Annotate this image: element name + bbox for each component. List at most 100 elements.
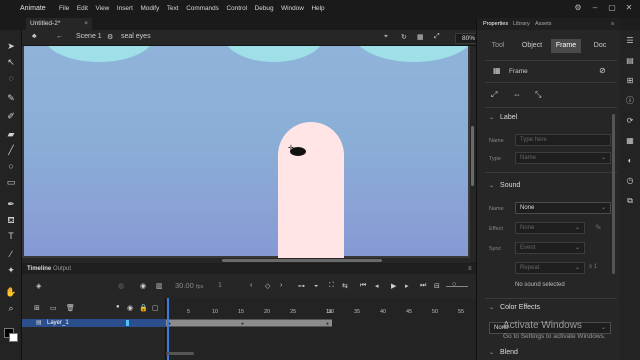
new-layer-icon[interactable]: ⊞: [34, 304, 40, 312]
tab-timeline[interactable]: Timeline: [27, 266, 51, 272]
pen-tool-icon[interactable]: ✒: [5, 198, 17, 210]
menu-view[interactable]: View: [96, 5, 110, 12]
center-stage-icon[interactable]: ⌖: [384, 33, 388, 41]
lasso-tool-icon[interactable]: ◌: [5, 72, 17, 84]
frames-panel[interactable]: 1s 5 10 15 20 25 30 35 40 45 50 55 ● ● ●: [166, 298, 476, 360]
symbol-icon[interactable]: ♣: [32, 33, 37, 40]
next-keyframe-icon[interactable]: ›: [280, 282, 282, 289]
label-name-input[interactable]: Type here: [515, 134, 611, 146]
repeat-count[interactable]: x 1: [589, 264, 597, 270]
step-forward-icon[interactable]: ⏭: [420, 282, 426, 290]
tab-output[interactable]: Output: [53, 266, 71, 272]
menu-debug[interactable]: Debug: [255, 5, 274, 12]
scroll-thumb[interactable]: [222, 259, 382, 262]
oval-tool-icon[interactable]: ○: [5, 160, 17, 172]
zoom-tool-icon[interactable]: ⌕: [5, 302, 17, 314]
loop-icon[interactable]: ⇆: [342, 282, 348, 290]
outline-icon[interactable]: ▢: [152, 304, 159, 312]
edit-sound-icon[interactable]: ✎: [595, 223, 602, 232]
label-section-header[interactable]: ⌄ Label: [489, 114, 517, 121]
onion-skin-icon[interactable]: ◍: [118, 282, 124, 290]
menu-insert[interactable]: Insert: [117, 5, 133, 12]
keyframe-dot[interactable]: ●: [241, 321, 244, 327]
color-effects-header[interactable]: ⌄ Color Effects: [489, 304, 540, 311]
paint-brush-icon[interactable]: ✐: [5, 110, 17, 122]
swatches-icon[interactable]: ▦: [625, 136, 635, 146]
layer-name[interactable]: Layer_1: [47, 319, 69, 327]
fit-icon[interactable]: ⤢: [434, 33, 440, 41]
transform-panel-icon[interactable]: ⟳: [625, 116, 635, 126]
align-icon[interactable]: ⊞: [625, 76, 635, 86]
rectangle-tool-icon[interactable]: ▭: [5, 176, 17, 188]
sound-effect-select[interactable]: None ⌄: [515, 222, 585, 234]
trash-icon[interactable]: 🗑: [66, 304, 75, 312]
subtab-tool[interactable]: Tool: [483, 39, 513, 53]
transform-icon[interactable]: ⛶: [329, 282, 334, 290]
clip-canvas-icon[interactable]: ▦: [417, 33, 424, 41]
camera-icon[interactable]: ◉: [140, 282, 146, 290]
blend-header[interactable]: ⌄ Blend: [489, 349, 518, 356]
prev-keyframe-icon[interactable]: ‹: [250, 282, 252, 289]
close-tab-icon[interactable]: ×: [84, 18, 88, 30]
scroll-thumb[interactable]: [471, 126, 474, 186]
layers-icon[interactable]: ◈: [36, 282, 41, 290]
timeline-scrollbar[interactable]: [166, 352, 194, 355]
panel-menu-icon[interactable]: ≡: [611, 21, 614, 27]
menu-commands[interactable]: Commands: [186, 5, 219, 12]
tab-properties[interactable]: Properties: [483, 21, 508, 27]
subselection-tool-icon[interactable]: ↖: [5, 56, 17, 68]
bucket-tool-icon[interactable]: ⛾: [5, 214, 17, 226]
zoom-out-timeline-icon[interactable]: ⊟: [434, 282, 440, 290]
tween-icon[interactable]: ⊶: [298, 282, 305, 290]
stage-canvas[interactable]: ✛: [24, 46, 470, 262]
forward-icon[interactable]: ▸: [405, 282, 409, 290]
layer-row[interactable]: ▤ Layer_1: [22, 319, 166, 327]
copy-frame-icon[interactable]: ⤢: [491, 90, 497, 100]
text-tool-icon[interactable]: T: [5, 230, 17, 242]
paste-frame-icon[interactable]: ⤡: [535, 90, 541, 100]
symbol-breadcrumb[interactable]: seal eyes: [121, 33, 151, 40]
line-tool-icon[interactable]: ╱: [5, 144, 17, 156]
sound-sync-select[interactable]: Event ⌄: [515, 242, 585, 254]
visibility-icon[interactable]: ◉: [127, 304, 133, 312]
playhead[interactable]: [167, 298, 169, 360]
fill-color-swatch[interactable]: [9, 333, 18, 342]
subtab-doc[interactable]: Doc: [585, 39, 615, 53]
timeline-ruler[interactable]: 1s 5 10 15 20 25 30 35 40 45 50 55: [166, 308, 476, 318]
eraser-tool-icon[interactable]: ▰: [5, 128, 17, 140]
tab-assets[interactable]: Assets: [535, 21, 552, 27]
bone-tool-icon[interactable]: ✦: [5, 264, 17, 276]
tab-library[interactable]: Library: [513, 21, 530, 27]
brush-tween-icon[interactable]: ◒: [314, 282, 318, 289]
seal-shape[interactable]: [278, 122, 344, 262]
insert-keyframe-icon[interactable]: ◇: [265, 282, 270, 290]
history-icon[interactable]: ◷: [625, 176, 635, 186]
keyframe-dot[interactable]: ●: [326, 321, 329, 327]
workspace-icon[interactable]: ⚙: [573, 3, 583, 13]
timeline-zoom-slider[interactable]: [446, 286, 468, 287]
info-icon[interactable]: ⓘ: [625, 96, 635, 106]
brush-tool-icon[interactable]: ✎: [5, 92, 17, 104]
document-tab[interactable]: Untitled-2* ×: [26, 18, 92, 30]
rotate-view-icon[interactable]: ↻: [401, 33, 407, 41]
frame-counter[interactable]: 1: [218, 282, 222, 289]
hand-tool-icon[interactable]: ✋: [5, 286, 17, 298]
back-arrow-icon[interactable]: ←: [56, 33, 63, 40]
close-window-icon[interactable]: ✕: [624, 3, 634, 13]
stage-horizontal-scrollbar[interactable]: [22, 258, 470, 263]
menu-file[interactable]: File: [59, 5, 69, 12]
maximize-icon[interactable]: ▢: [607, 3, 617, 13]
rewind-icon[interactable]: ◂: [375, 282, 379, 290]
frame-span[interactable]: ● ● ●: [166, 319, 332, 327]
label-type-select[interactable]: Name ⌄: [515, 152, 611, 164]
subtab-frame[interactable]: Frame: [551, 39, 581, 53]
subtab-object[interactable]: Object: [517, 39, 547, 53]
menu-text[interactable]: Text: [167, 5, 179, 12]
panel-scrollbar[interactable]: [612, 114, 615, 274]
library-icon[interactable]: ▤: [625, 56, 635, 66]
scene-breadcrumb[interactable]: Scene 1: [76, 33, 102, 40]
panel-menu-icon[interactable]: ≡: [468, 266, 472, 272]
color-icon[interactable]: ◐: [625, 156, 635, 166]
sound-name-select[interactable]: None ⌄: [515, 202, 611, 214]
lock-icon[interactable]: 🔒: [139, 304, 148, 312]
